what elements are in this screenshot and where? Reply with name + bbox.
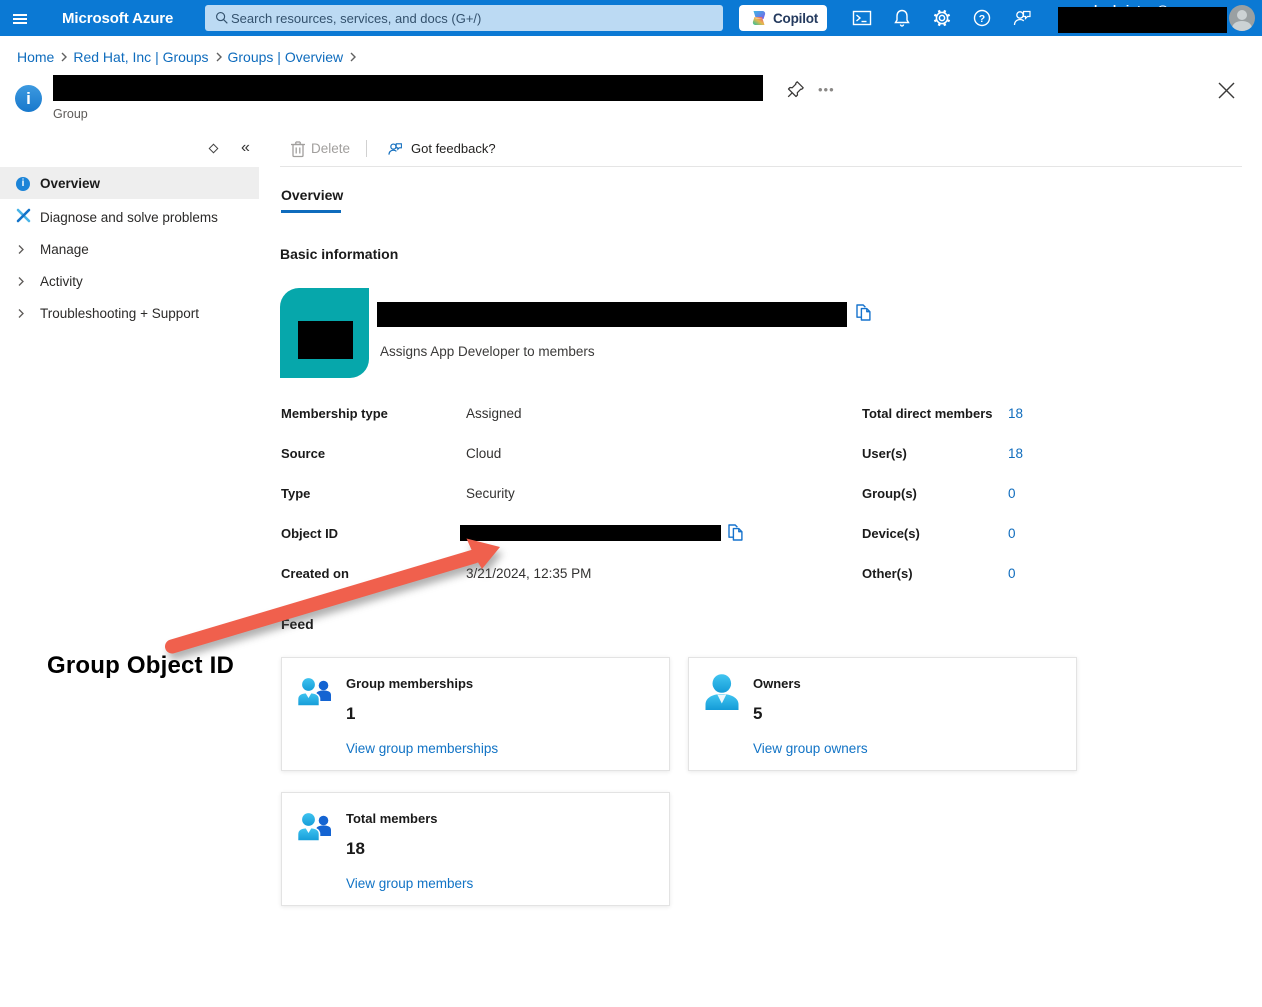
- svg-text:?: ?: [979, 13, 985, 25]
